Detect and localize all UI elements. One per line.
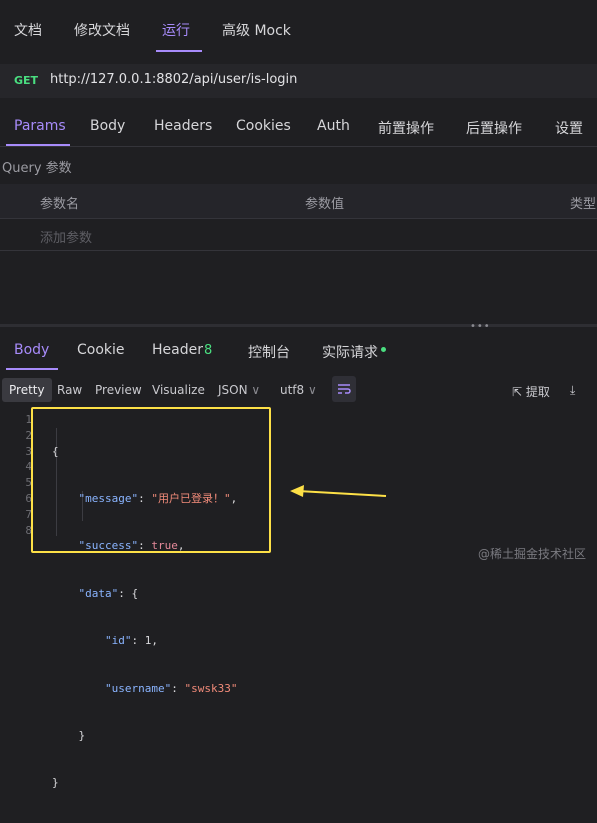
panel-splitter[interactable] [0, 324, 597, 327]
visualize-button[interactable]: Visualize [145, 378, 212, 402]
header-count-badge: 8 [204, 343, 213, 358]
resp-tab-cookie[interactable]: Cookie [77, 342, 125, 358]
download-icon[interactable]: ⤓ [568, 378, 577, 403]
tab-run[interactable]: 运行 [162, 20, 190, 40]
tab-run-underline [156, 50, 202, 52]
query-table-header: 参数名 参数值 类型 [0, 184, 597, 218]
tab-edit-docs[interactable]: 修改文档 [74, 20, 130, 40]
tab-auth[interactable]: Auth [317, 118, 350, 134]
encoding-select[interactable]: utf8 ∨ [274, 378, 323, 402]
code-line: } [78, 728, 86, 742]
resp-tab-body-underline [6, 368, 58, 370]
raw-button[interactable]: Raw [50, 378, 89, 402]
tab-cookies[interactable]: Cookies [236, 118, 291, 134]
watermark: @稀土掘金技术社区 [478, 547, 587, 561]
arrow-annotation-icon [290, 485, 387, 497]
code-line: "data": { [78, 586, 139, 600]
url-input[interactable]: http://127.0.0.1:8802/api/user/is-login [50, 72, 297, 87]
format-select[interactable]: JSON ∨ [212, 378, 266, 402]
resp-tab-body[interactable]: Body [14, 342, 49, 358]
tab-docs[interactable]: 文档 [14, 20, 42, 40]
param-tab-divider [0, 146, 597, 147]
format-select-label: JSON [218, 383, 248, 397]
top-tab-bar: 文档 修改文档 运行 高级 Mock [0, 0, 597, 56]
tab-settings[interactable]: 设置 [555, 118, 583, 138]
query-table-divider [0, 218, 597, 219]
extract-button[interactable]: ⇱ 提取 [512, 378, 550, 405]
extract-icon: ⇱ [512, 385, 526, 399]
param-tab-bar: Params Body Headers Cookies Auth 前置操作 后置… [0, 106, 597, 146]
query-table-bottom [0, 250, 597, 251]
url-bar: GET http://127.0.0.1:8802/api/user/is-lo… [0, 64, 597, 98]
pretty-button[interactable]: Pretty [2, 378, 52, 402]
col-param-name: 参数名 [40, 197, 80, 212]
resp-tab-console[interactable]: 控制台 [248, 342, 290, 362]
tab-params[interactable]: Params [14, 118, 66, 134]
chevron-down-icon: ∨ [308, 383, 317, 397]
response-tab-bar: Body Cookie Header 8 控制台 实际请求 [0, 330, 597, 370]
method-badge[interactable]: GET [14, 74, 38, 87]
view-toolbar: Pretty Raw Preview Visualize JSON ∨ utf8… [0, 376, 597, 404]
add-param-input[interactable]: 添加参数 [40, 227, 92, 246]
encoding-select-label: utf8 [280, 383, 305, 397]
highlight-box [31, 407, 271, 553]
code-line: "username": "swsk33" [104, 681, 238, 695]
tab-pre-operations[interactable]: 前置操作 [378, 118, 434, 138]
extract-label: 提取 [525, 385, 550, 399]
code-line: "id": 1, [104, 634, 158, 648]
tab-headers[interactable]: Headers [154, 118, 212, 134]
status-dot-icon [381, 347, 386, 352]
tab-advanced-mock[interactable]: 高级 Mock [222, 20, 291, 40]
wrap-lines-icon[interactable] [332, 376, 356, 402]
resp-tab-actual-request[interactable]: 实际请求 [322, 342, 378, 362]
chevron-down-icon: ∨ [251, 383, 261, 397]
tab-body[interactable]: Body [90, 118, 125, 134]
col-param-type: 类型 [570, 197, 597, 212]
tab-post-operations[interactable]: 后置操作 [466, 118, 522, 138]
query-section-title: Query 参数 [2, 161, 72, 176]
code-line: } [52, 776, 59, 790]
resp-tab-header[interactable]: Header [152, 342, 203, 358]
preview-button[interactable]: Preview [88, 378, 149, 402]
col-param-value: 参数值 [305, 197, 345, 212]
